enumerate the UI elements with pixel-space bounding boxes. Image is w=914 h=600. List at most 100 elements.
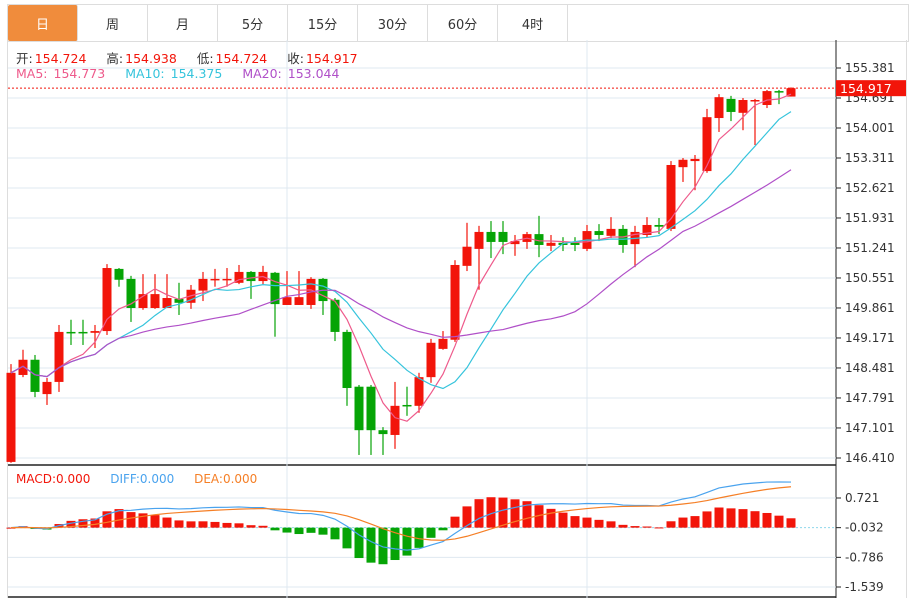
macd-bar (174, 520, 184, 528)
price-tick-label: 147.791 (845, 391, 895, 405)
candle-body (762, 91, 772, 105)
price-tick-label: 147.101 (845, 421, 895, 435)
candle (570, 237, 580, 252)
candle-body (198, 278, 208, 291)
candle (162, 274, 172, 309)
candle-body (114, 268, 124, 280)
candle-body (726, 98, 736, 112)
candle (78, 319, 88, 345)
low-label: 低: (196, 51, 214, 66)
macd-bar (690, 516, 700, 528)
candle-body (606, 228, 616, 236)
candle-body (486, 231, 496, 242)
candle-body (690, 158, 700, 162)
candle (642, 217, 652, 238)
candle (294, 271, 304, 305)
macd-tick-label: -0.786 (845, 550, 884, 564)
macd-bar (198, 521, 208, 528)
price-tick-label: 149.171 (845, 331, 895, 345)
macd-bar (774, 515, 784, 528)
macd-bar (186, 521, 196, 528)
macd-bar (510, 499, 520, 528)
candle (702, 108, 712, 173)
macd-bar (594, 519, 604, 528)
macd-bar (570, 516, 580, 528)
candle-body (222, 278, 232, 281)
candle (150, 274, 160, 309)
candle-body (150, 294, 160, 309)
macd-legend: MACD:0.000 DIFF:0.000 DEA:0.000 (16, 472, 259, 486)
macd-bar (678, 517, 688, 528)
candle (450, 260, 460, 342)
candle-body (330, 299, 340, 332)
macd-tick-label: -1.539 (845, 580, 884, 594)
candle (714, 94, 724, 132)
candle (678, 158, 688, 182)
price-tick-label: 155.381 (845, 61, 895, 75)
open-label: 开: (16, 51, 33, 66)
candle-body (738, 99, 748, 113)
candle-body (678, 159, 688, 168)
price-tick-label: 149.861 (845, 301, 895, 315)
macd-bar (558, 512, 568, 528)
candle-body (378, 430, 388, 435)
candle-body (90, 331, 100, 333)
price-tick-label: 152.621 (845, 181, 895, 195)
macd-bar (234, 523, 244, 528)
macd-bar (318, 527, 328, 535)
price-tick-label: 154.001 (845, 121, 895, 135)
candle-body (402, 404, 412, 407)
candle-body (246, 271, 256, 282)
ma10-label: MA10: (125, 66, 165, 81)
candle (666, 161, 676, 232)
macd-bar (426, 527, 436, 538)
ma10-line (10, 111, 792, 390)
macd-bar (402, 527, 412, 556)
candle (30, 354, 40, 398)
macd-bar (630, 526, 640, 528)
price-tick-label: 150.551 (845, 271, 895, 285)
high-value: 154.938 (125, 51, 177, 66)
macd-bar (150, 515, 160, 528)
price-tick-label: 151.931 (845, 211, 895, 225)
candle (54, 324, 64, 392)
macd-bar (786, 518, 796, 528)
candle (582, 224, 592, 252)
candle-body (282, 297, 292, 305)
candle-body (594, 231, 604, 235)
candle (18, 349, 28, 378)
candle-body (54, 331, 64, 382)
candlestick-chart[interactable]: 155.381154.691154.001153.311152.621151.9… (0, 0, 914, 600)
close-label: 收: (287, 51, 304, 66)
candle (138, 274, 148, 310)
candle (402, 386, 412, 416)
candle-body (750, 99, 760, 102)
candle-body (354, 386, 364, 431)
candle (6, 364, 16, 463)
macd-bar (162, 517, 172, 528)
macd-bar (738, 509, 748, 528)
macd-bar (762, 512, 772, 528)
price-tick-label: 146.410 (845, 451, 895, 465)
macd-tick-label: 0.721 (845, 491, 879, 505)
ma20-label: MA20: (242, 66, 282, 81)
candle-body (78, 331, 88, 334)
ma-legend: MA5: 154.773 MA10: 154.375 MA20: 153.044 (16, 66, 341, 81)
candle-body (426, 342, 436, 378)
macd-bar (666, 521, 676, 528)
candle-body (366, 386, 376, 431)
ohlc-legend: 开: 154.724 高: 154.938 低: 154.724 收: 154.917 (16, 48, 360, 67)
macd-bar (462, 506, 472, 528)
macd-bar (498, 497, 508, 528)
macd-bar (126, 512, 136, 528)
candle-body (462, 246, 472, 266)
candle (342, 329, 352, 406)
candle-body (774, 91, 784, 93)
candle (486, 221, 496, 259)
candle-body (342, 331, 352, 389)
diff-value: DIFF:0.000 (110, 472, 175, 486)
candle (726, 95, 736, 122)
current-price-label: 154.917 (840, 81, 892, 96)
candle (690, 154, 700, 191)
price-tick-label: 153.311 (845, 151, 895, 165)
